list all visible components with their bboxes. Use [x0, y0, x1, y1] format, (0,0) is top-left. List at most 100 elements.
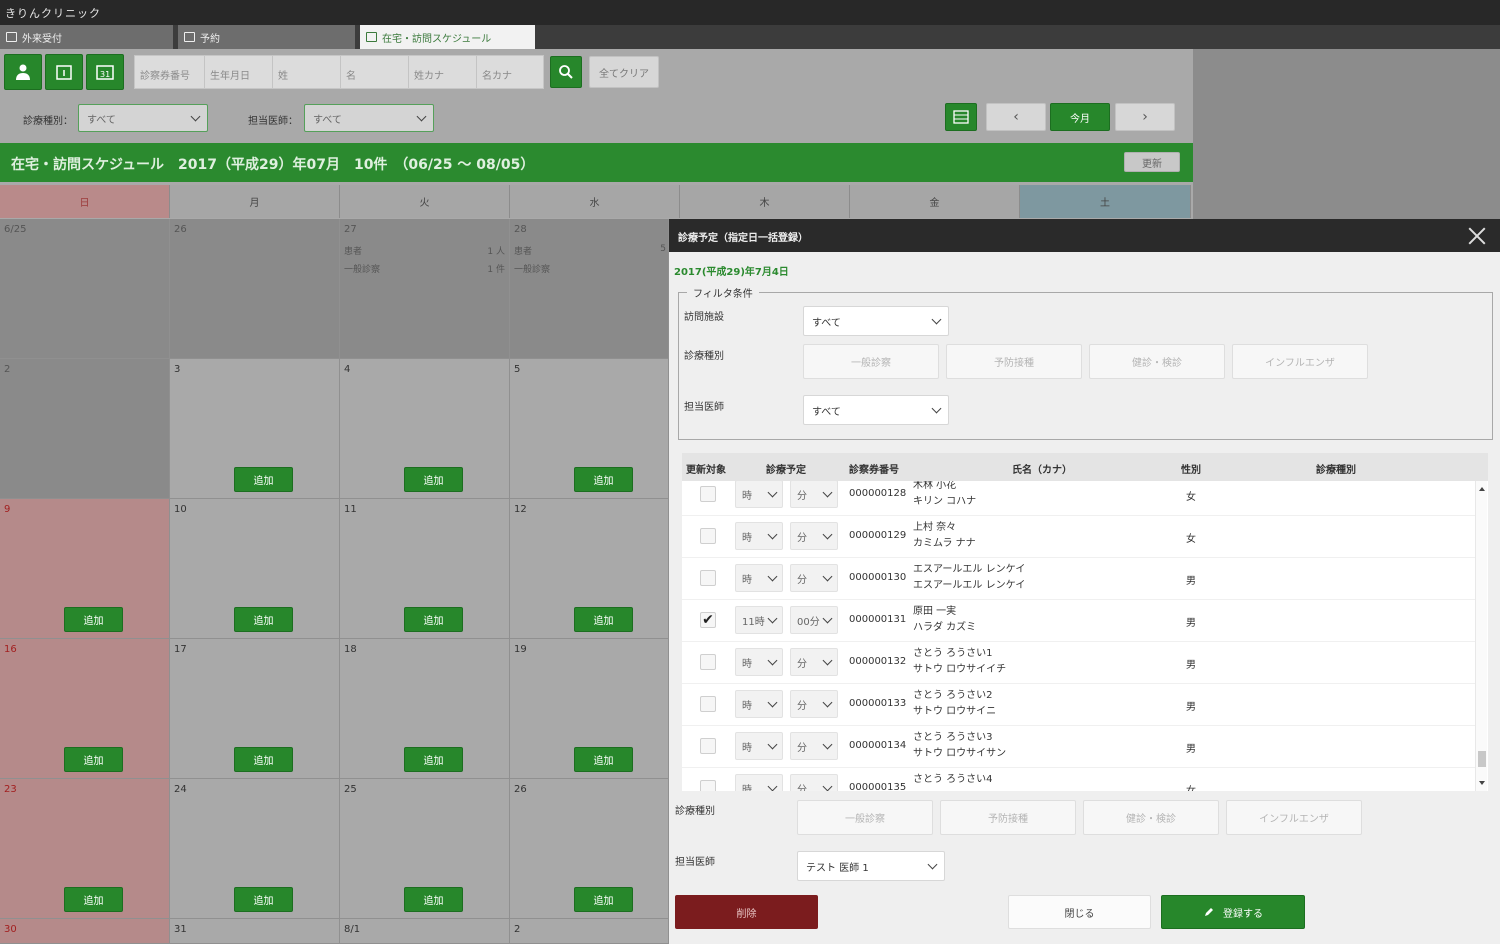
hour-select[interactable]: 時: [735, 690, 783, 718]
update-checkbox[interactable]: [700, 696, 716, 712]
calendar-cell[interactable]: 4 追加: [340, 359, 510, 499]
add-button[interactable]: 追加: [64, 887, 123, 912]
add-button[interactable]: 追加: [234, 607, 293, 632]
calendar-cell[interactable]: 31: [170, 919, 340, 944]
next-month-button[interactable]: ›: [1115, 103, 1175, 131]
add-button[interactable]: 追加: [64, 747, 123, 772]
search-field-first-kana[interactable]: 名カナ: [477, 56, 543, 88]
search-field-first-name[interactable]: 名: [341, 56, 409, 88]
bottom-type-checkup-button[interactable]: 健診・検診: [1083, 800, 1219, 835]
calendar-cell[interactable]: 2: [510, 919, 669, 944]
facility-select[interactable]: すべて: [803, 306, 949, 336]
update-checkbox[interactable]: [700, 528, 716, 544]
table-scrollbar[interactable]: [1475, 481, 1487, 791]
tab-outpatient[interactable]: 外来受付: [0, 25, 173, 49]
calendar-cell[interactable]: 9 追加: [0, 499, 170, 639]
calendar-cell[interactable]: 17 追加: [170, 639, 340, 779]
update-button[interactable]: 更新: [1124, 152, 1180, 172]
calendar-cell[interactable]: 8/1: [340, 919, 510, 944]
search-field-card-number[interactable]: 診察券番号: [135, 56, 205, 88]
add-button[interactable]: 追加: [234, 467, 293, 492]
calendar-cell[interactable]: 5 追加: [510, 359, 669, 499]
add-button[interactable]: 追加: [404, 467, 463, 492]
add-button[interactable]: 追加: [64, 607, 123, 632]
add-button[interactable]: 追加: [574, 607, 633, 632]
add-button[interactable]: 追加: [234, 887, 293, 912]
bottom-type-vaccination-button[interactable]: 予防接種: [940, 800, 1076, 835]
add-button[interactable]: 追加: [574, 747, 633, 772]
update-checkbox[interactable]: [700, 738, 716, 754]
clear-all-button[interactable]: 全てクリア: [589, 56, 659, 88]
update-checkbox[interactable]: [700, 486, 716, 502]
this-month-button[interactable]: 今月: [1050, 103, 1110, 131]
minute-select[interactable]: 分: [790, 522, 838, 550]
calendar-cell[interactable]: 23 追加: [0, 779, 170, 919]
update-checkbox[interactable]: [700, 654, 716, 670]
bottom-type-general-button[interactable]: 一般診察: [797, 800, 933, 835]
patient-button[interactable]: [4, 54, 42, 90]
search-field-birthdate[interactable]: 生年月日: [205, 56, 273, 88]
minute-select[interactable]: 00分: [790, 606, 838, 634]
calendar-cell[interactable]: 6/25: [0, 219, 170, 359]
month-view-button[interactable]: 31: [86, 54, 124, 90]
calendar-cell[interactable]: 10 追加: [170, 499, 340, 639]
minute-select[interactable]: 分: [790, 481, 838, 508]
hour-select[interactable]: 時: [735, 481, 783, 508]
update-checkbox[interactable]: ✔: [700, 612, 716, 628]
calendar-cell[interactable]: 2: [0, 359, 170, 499]
minute-select[interactable]: 分: [790, 564, 838, 592]
hour-select[interactable]: 時: [735, 774, 783, 791]
add-button[interactable]: 追加: [574, 467, 633, 492]
tab-home-visit-schedule[interactable]: 在宅・訪問スケジュール: [360, 25, 535, 49]
hour-select[interactable]: 時: [735, 522, 783, 550]
add-button[interactable]: 追加: [404, 887, 463, 912]
type-checkup-button[interactable]: 健診・検診: [1089, 344, 1225, 379]
doctor-filter-select[interactable]: すべて: [304, 104, 434, 132]
calendar-cell[interactable]: 28 患者 5 一般診察 5 件: [510, 219, 686, 359]
calendar-cell[interactable]: 16 追加: [0, 639, 170, 779]
close-button[interactable]: 閉じる: [1008, 895, 1151, 929]
doctor-select[interactable]: すべて: [803, 395, 949, 425]
add-button[interactable]: 追加: [574, 887, 633, 912]
calendar-cell[interactable]: 30: [0, 919, 170, 944]
bottom-type-influenza-button[interactable]: インフルエンザ: [1226, 800, 1362, 835]
calendar-cell[interactable]: 25 追加: [340, 779, 510, 919]
minute-select[interactable]: 分: [790, 732, 838, 760]
bottom-doctor-select[interactable]: テスト 医師 1: [797, 851, 945, 881]
minute-select[interactable]: 分: [790, 690, 838, 718]
calendar-cell[interactable]: 24 追加: [170, 779, 340, 919]
update-checkbox[interactable]: [700, 780, 716, 791]
close-icon[interactable]: [1466, 225, 1488, 247]
type-filter-select[interactable]: すべて: [78, 104, 208, 132]
update-checkbox[interactable]: [700, 570, 716, 586]
type-general-button[interactable]: 一般診察: [803, 344, 939, 379]
calendar-cell[interactable]: 19 追加: [510, 639, 669, 779]
calendar-cell[interactable]: 3 追加: [170, 359, 340, 499]
calendar-cell[interactable]: 12 追加: [510, 499, 669, 639]
prev-month-button[interactable]: ‹: [986, 103, 1046, 131]
tab-reservation[interactable]: 予約: [178, 25, 355, 49]
hour-select[interactable]: 11時: [735, 606, 783, 634]
add-button[interactable]: 追加: [234, 747, 293, 772]
delete-button[interactable]: 削除: [675, 895, 818, 929]
search-field-last-kana[interactable]: 姓カナ: [409, 56, 477, 88]
calendar-cell[interactable]: 26 追加: [510, 779, 669, 919]
hour-select[interactable]: 時: [735, 732, 783, 760]
type-vaccination-button[interactable]: 予防接種: [946, 344, 1082, 379]
list-view-button[interactable]: [945, 103, 977, 131]
minute-select[interactable]: 分: [790, 648, 838, 676]
minute-select[interactable]: 分: [790, 774, 838, 791]
calendar-cell[interactable]: 18 追加: [340, 639, 510, 779]
search-button[interactable]: [550, 56, 582, 88]
add-button[interactable]: 追加: [404, 607, 463, 632]
register-button[interactable]: 登録する: [1161, 895, 1305, 929]
day-view-button[interactable]: [45, 54, 83, 90]
calendar-cell[interactable]: 26: [170, 219, 340, 359]
calendar-cell[interactable]: 11 追加: [340, 499, 510, 639]
add-button[interactable]: 追加: [404, 747, 463, 772]
hour-select[interactable]: 時: [735, 564, 783, 592]
hour-select[interactable]: 時: [735, 648, 783, 676]
search-field-last-name[interactable]: 姓: [273, 56, 341, 88]
calendar-cell[interactable]: 27 患者 1 人 一般診察 1 件: [340, 219, 510, 359]
type-influenza-button[interactable]: インフルエンザ: [1232, 344, 1368, 379]
